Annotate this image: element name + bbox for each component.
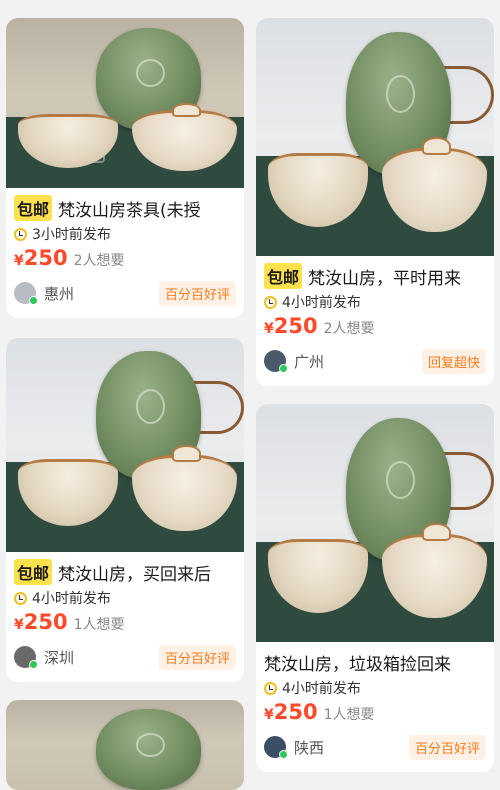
clock-icon <box>14 591 27 605</box>
avatar[interactable] <box>14 282 38 305</box>
currency-symbol: ¥ <box>14 253 24 269</box>
seller-tag: 百分百好评 <box>158 280 236 306</box>
seller-location: 深圳 <box>44 648 75 667</box>
wants-count: 1人想要 <box>323 707 375 723</box>
post-time: 4小时前发布 <box>32 591 111 607</box>
post-time: 4小时前发布 <box>282 681 361 697</box>
avatar[interactable] <box>264 350 288 373</box>
seller-tag: 百分百好评 <box>408 734 486 760</box>
seller-location: 陕西 <box>294 738 325 757</box>
seller-location: 广州 <box>294 352 325 371</box>
price: 250 <box>23 246 68 270</box>
product-image[interactable] <box>6 700 244 790</box>
online-indicator <box>279 364 288 373</box>
product-card[interactable]: 梵汝山房，垃圾箱捡回来 4小时前发布 ¥ 250 1人想要 陕西 百分百好评 <box>256 404 494 772</box>
product-card[interactable]: 包邮 梵汝山房，买回来后 4小时前发布 ¥ 250 1人想要 深圳 百分百好评 <box>6 338 244 682</box>
clock-icon <box>264 681 277 695</box>
product-title[interactable]: 梵汝山房，平时用来 <box>308 264 461 289</box>
clock-icon <box>264 295 277 309</box>
product-image[interactable] <box>256 404 494 642</box>
post-time: 4小时前发布 <box>282 295 361 311</box>
clock-icon <box>14 227 27 241</box>
product-title[interactable]: 梵汝山房，垃圾箱捡回来 <box>264 650 451 675</box>
wants-count: 1人想要 <box>73 617 125 633</box>
price: 250 <box>273 700 318 724</box>
avatar[interactable] <box>264 736 288 759</box>
product-title[interactable]: 梵汝山房茶具(未授 <box>58 196 201 221</box>
online-indicator <box>279 750 288 759</box>
price: 250 <box>23 610 68 634</box>
wants-count: 2人想要 <box>323 321 375 337</box>
currency-symbol: ¥ <box>264 707 274 723</box>
free-shipping-badge: 包邮 <box>14 559 53 585</box>
online-indicator <box>29 296 38 305</box>
avatar[interactable] <box>14 646 38 669</box>
product-card[interactable]: 包邮 梵汝山房，平时用来 4小时前发布 ¥ 250 2人想要 广州 回复超快 <box>256 18 494 386</box>
product-image[interactable] <box>6 18 244 188</box>
seller-tag: 百分百好评 <box>158 644 236 670</box>
product-card[interactable] <box>6 700 244 790</box>
currency-symbol: ¥ <box>14 617 24 633</box>
product-card[interactable]: 包邮 梵汝山房茶具(未授 3小时前发布 ¥ 250 2人想要 惠州 百分百好评 <box>6 18 244 318</box>
product-title[interactable]: 梵汝山房，买回来后 <box>58 560 211 585</box>
free-shipping-badge: 包邮 <box>14 195 53 221</box>
seller-tag: 回复超快 <box>421 348 486 374</box>
post-time: 3小时前发布 <box>32 227 111 243</box>
product-image[interactable] <box>6 338 244 552</box>
product-image[interactable] <box>256 18 494 256</box>
free-shipping-badge: 包邮 <box>264 263 303 289</box>
price: 250 <box>273 314 318 338</box>
currency-symbol: ¥ <box>264 321 274 337</box>
online-indicator <box>29 660 38 669</box>
seller-location: 惠州 <box>44 284 75 303</box>
wants-count: 2人想要 <box>73 253 125 269</box>
